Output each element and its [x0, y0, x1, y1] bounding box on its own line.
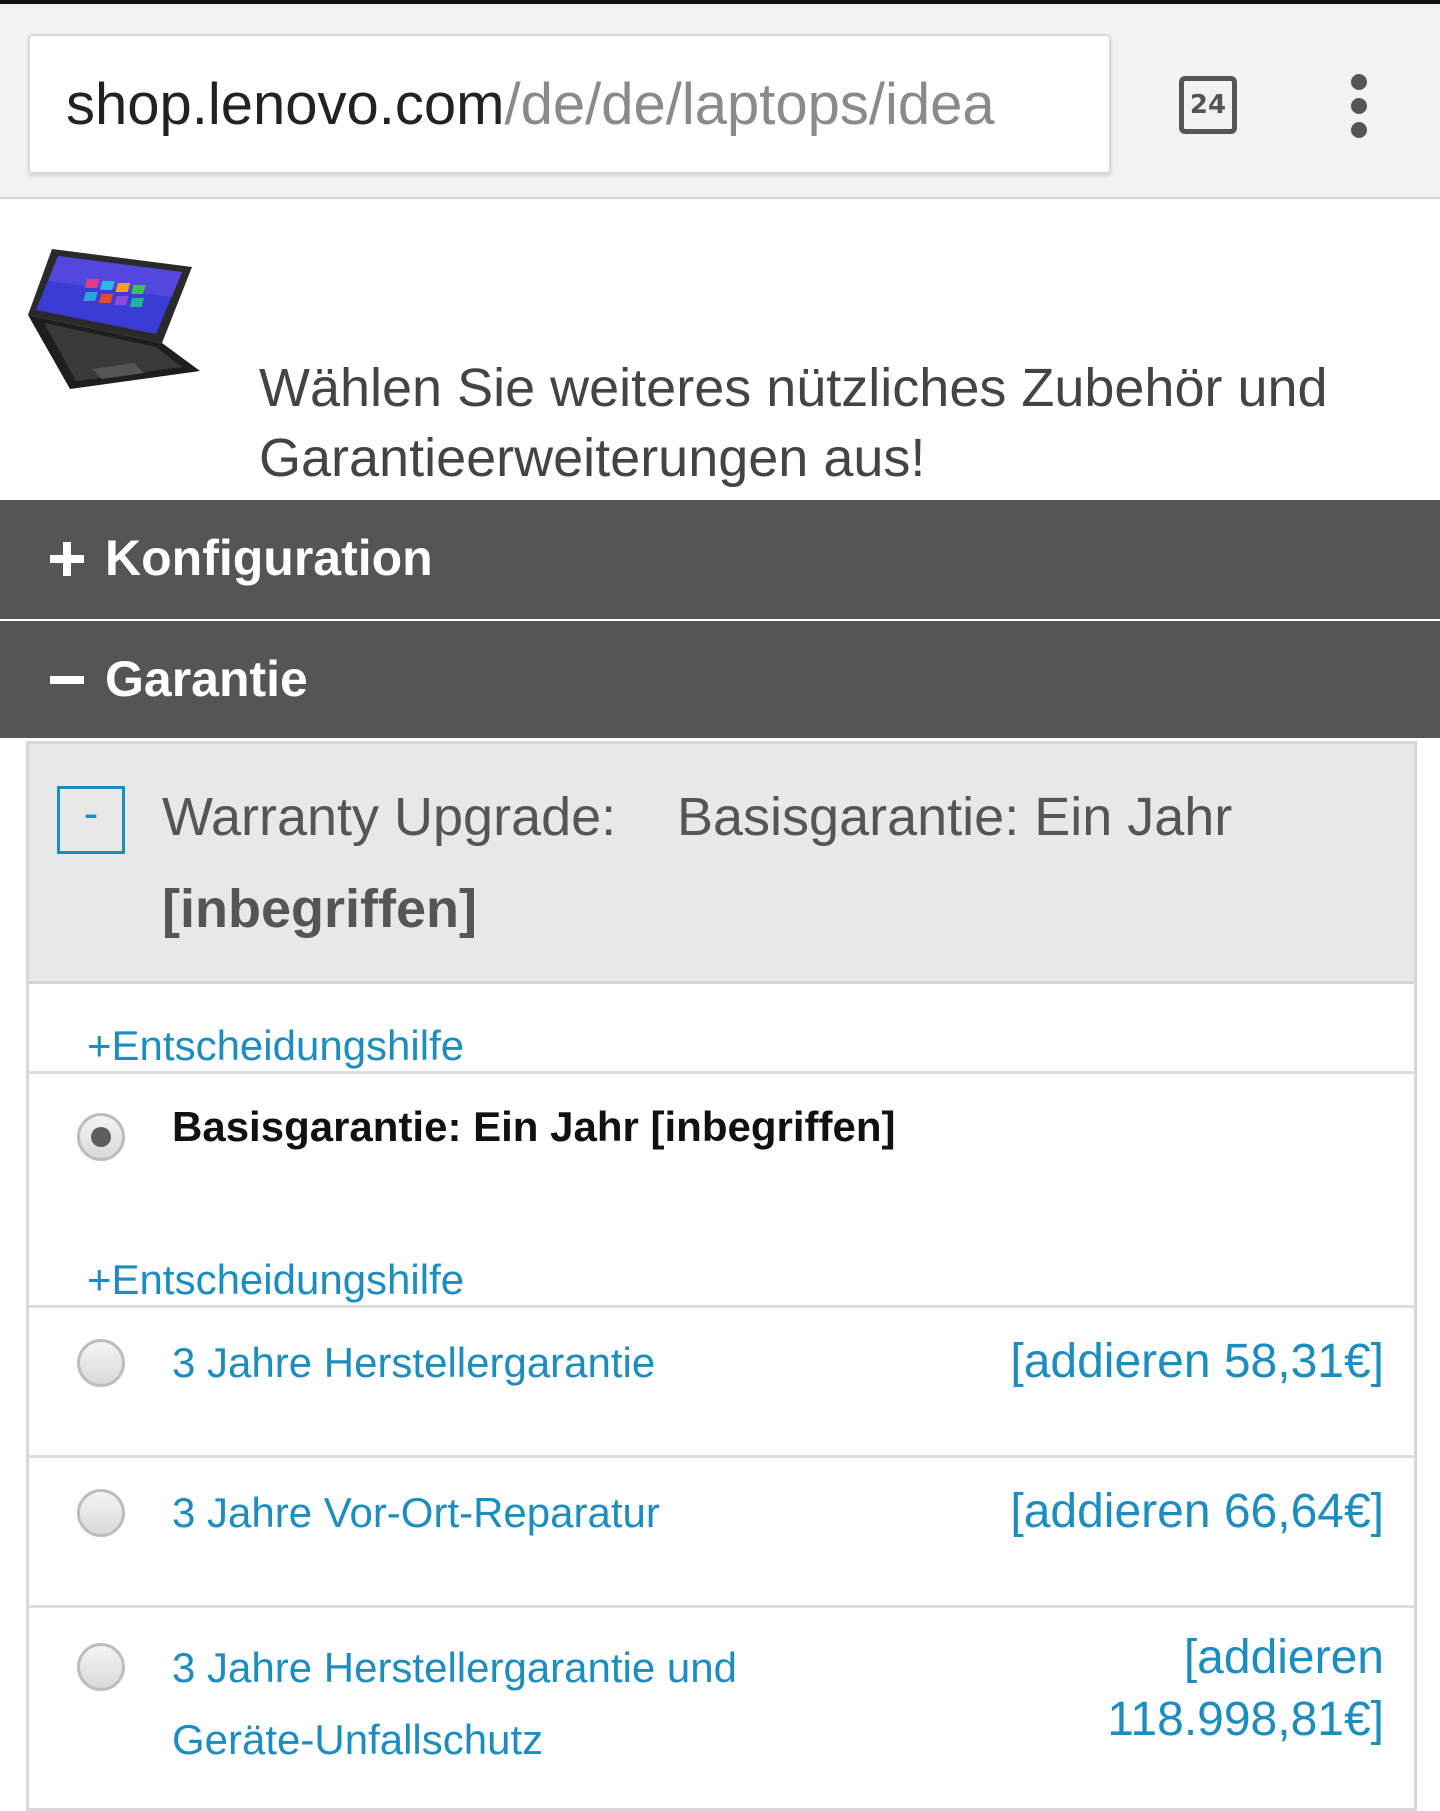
browser-toolbar: shop.lenovo.com/de/de/laptops/idea 24 [0, 0, 1440, 199]
accordion-konfiguration-title: Konfiguration [105, 530, 433, 586]
tab-switcher-icon[interactable]: 24 [1179, 76, 1237, 134]
row-separator [29, 1071, 1414, 1074]
option-unfallschutz-price-line1: [addieren [1183, 1631, 1384, 1684]
laptop-product-image [28, 249, 200, 389]
accordion-garantie-title: Garantie [105, 651, 308, 707]
collapse-minus-icon [50, 663, 84, 697]
decision-help-link-option[interactable]: +Entscheidungshilfe [87, 1255, 464, 1305]
url-host: shop.lenovo.com [66, 72, 505, 137]
expand-plus-icon [50, 542, 84, 576]
radio-basisgarantie[interactable] [77, 1113, 125, 1161]
option-3-jahre-vor-ort-reparatur-label[interactable]: 3 Jahre Vor-Ort-Reparatur [172, 1477, 660, 1549]
option-unfallschutz-label-line2[interactable]: Geräte-Unfallschutz [172, 1704, 543, 1776]
option-unfallschutz-label-line1[interactable]: 3 Jahre Herstellergarantie und [172, 1632, 737, 1704]
option-basisgarantie-label[interactable]: Basisgarantie: Ein Jahr [inbegriffen] [172, 1102, 895, 1152]
address-bar[interactable]: shop.lenovo.com/de/de/laptops/idea [28, 34, 1111, 174]
warranty-panel: - Warranty Upgrade: Basisgarantie: Ein J… [26, 741, 1417, 1811]
product-header: Wählen Sie weiteres nützliches Zubehör u… [0, 199, 1440, 500]
url-path: /de/de/laptops/idea [504, 72, 995, 137]
row-separator [29, 1605, 1414, 1608]
radio-3-jahre-herstellergarantie-unfallschutz[interactable] [77, 1643, 125, 1691]
overflow-menu-icon[interactable] [1346, 74, 1374, 138]
option-3-jahre-herstellergarantie-label[interactable]: 3 Jahre Herstellergarantie [172, 1327, 655, 1399]
option-unfallschutz-price-line2: 118.998,81€] [1107, 1693, 1384, 1746]
url-text: shop.lenovo.com/de/de/laptops/idea [66, 70, 995, 140]
accordion-konfiguration[interactable]: Konfiguration [0, 500, 1440, 619]
warranty-current-value-included: [inbegriffen] [162, 879, 477, 939]
accordion-garantie[interactable]: Garantie [0, 621, 1440, 738]
row-separator [29, 1455, 1414, 1458]
radio-3-jahre-herstellergarantie[interactable] [77, 1339, 125, 1387]
accessory-prompt: Wählen Sie weiteres nützliches Zubehör u… [259, 358, 1328, 488]
radio-3-jahre-vor-ort-reparatur[interactable] [77, 1489, 125, 1537]
option-3-jahre-vor-ort-reparatur-price: [addieren 66,64€] [1010, 1485, 1384, 1538]
warranty-upgrade-label: Warranty Upgrade: [162, 787, 617, 847]
warranty-current-value: Basisgarantie: Ein Jahr [677, 787, 1233, 847]
row-separator [29, 1305, 1414, 1308]
collapse-toggle-button[interactable]: - [57, 786, 125, 854]
warranty-panel-header: - Warranty Upgrade: Basisgarantie: Ein J… [29, 744, 1414, 984]
option-3-jahre-herstellergarantie-price: [addieren 58,31€] [1010, 1335, 1384, 1388]
decision-help-link[interactable]: +Entscheidungshilfe [87, 1021, 464, 1071]
